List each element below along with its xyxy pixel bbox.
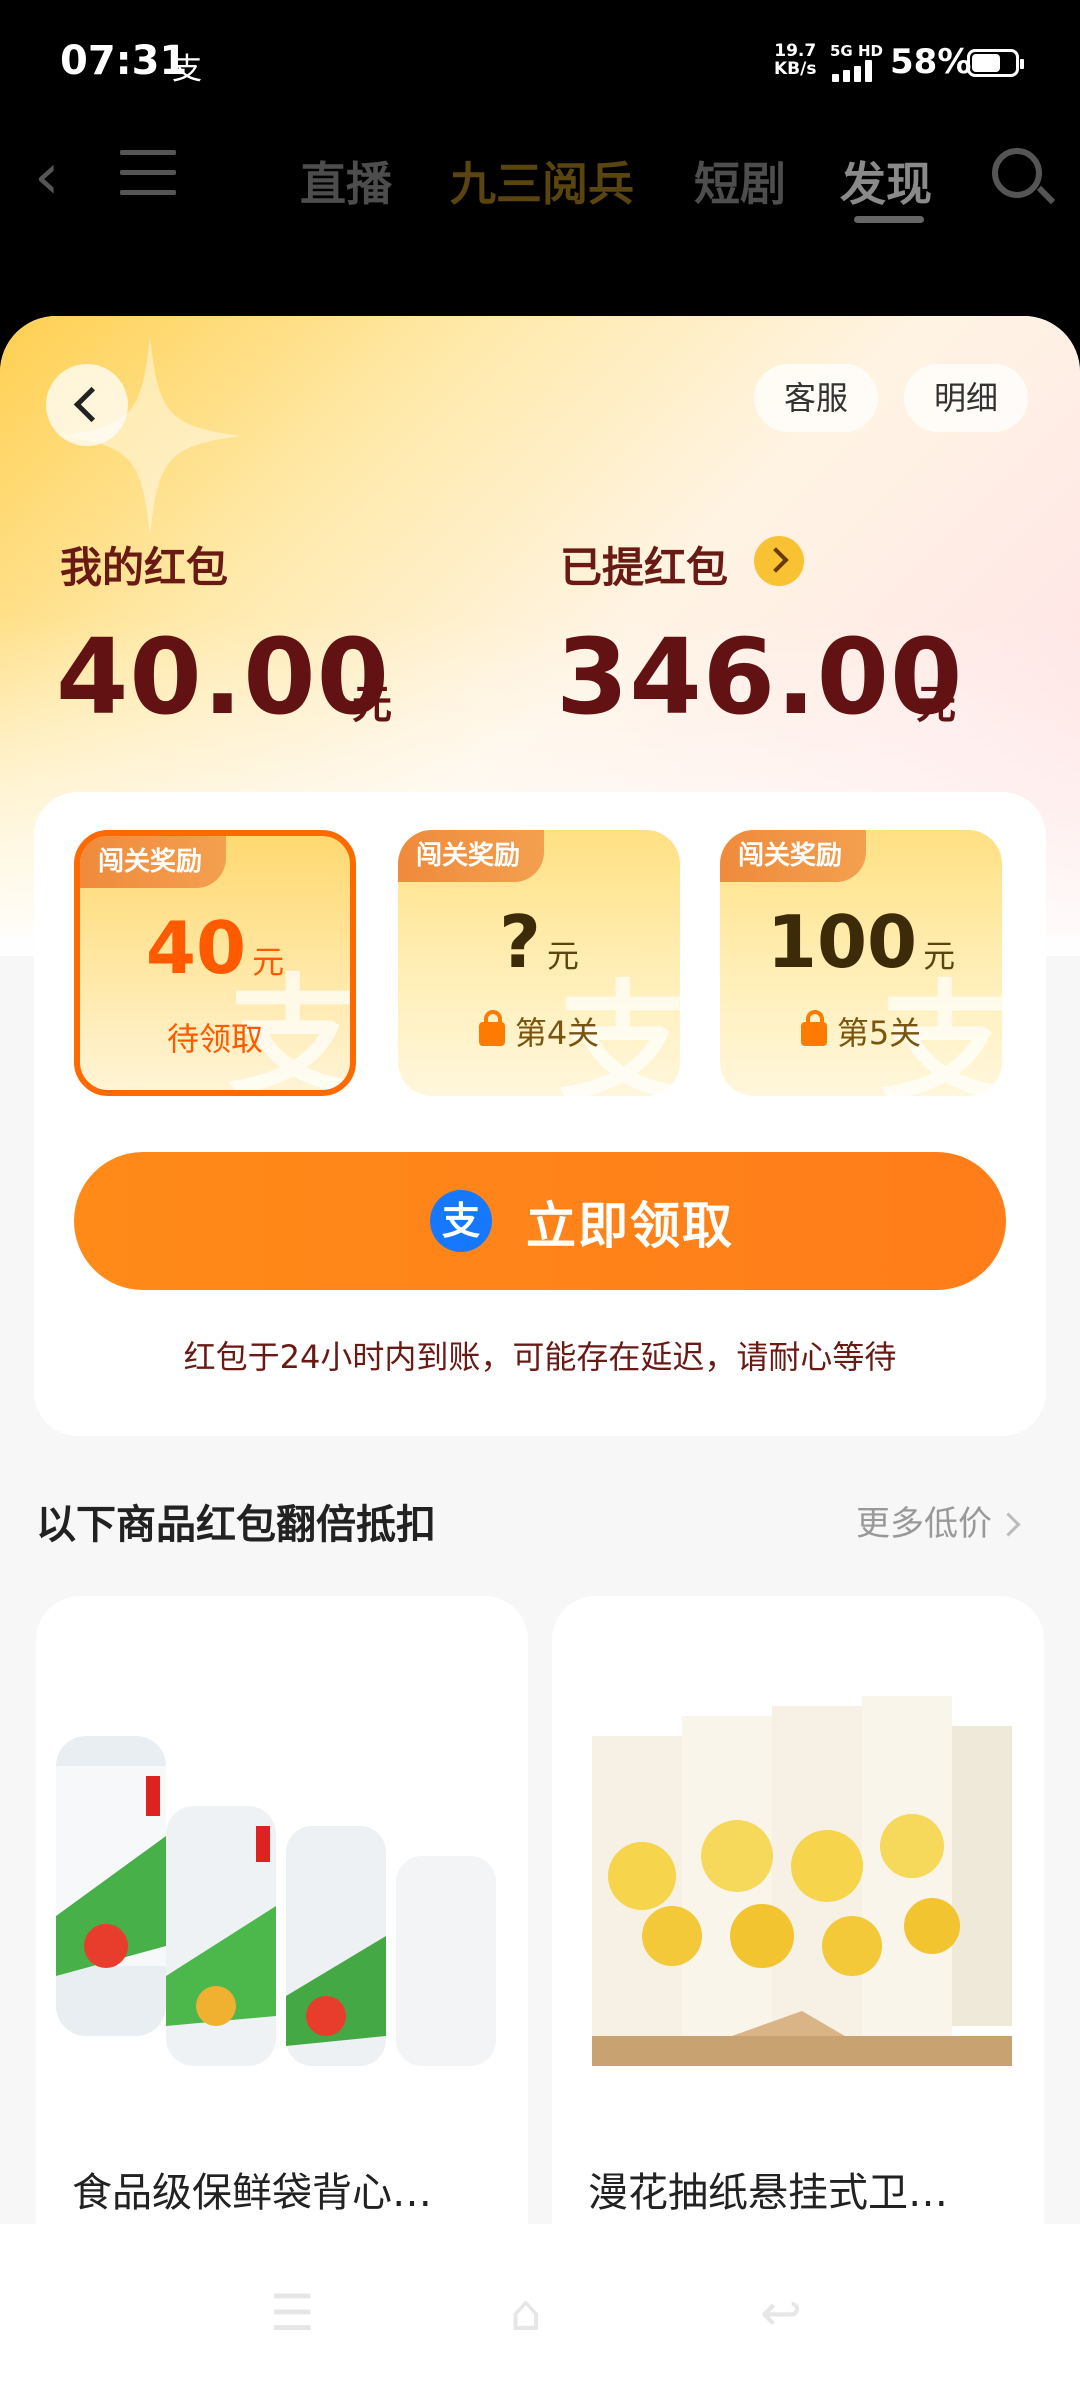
back-button[interactable] [46,364,128,446]
reward-level: 第4关 [514,1014,600,1052]
background-nav: ‹ 直播 九三阅兵 短剧 发现 [0,120,1080,230]
more-low-price-link[interactable]: 更多低价 [856,1496,1017,1545]
section-title: 以下商品红包翻倍抵扣 [36,1502,436,1548]
lock-icon [478,1010,505,1046]
reward-unit: 元 [546,937,579,975]
reward-amount: ? [499,900,541,984]
reward-card: 闯关奖励 支 40 元 待领取 闯关奖励 支 ? 元 第4关 闯关奖励 支 100 元… [34,792,1046,1436]
status-bar: 07:31 支 19.7 KB/s 5G HD 58% [0,0,1080,120]
alipay-notification-icon: 支 [172,52,202,87]
my-red-packet-amount: 40.00 [56,616,390,738]
withdrawn-label[interactable]: 已提红包 [560,534,728,595]
bg-tab-discover: 发现 [840,157,932,211]
signal-icon [832,60,876,82]
reward-level: 第5关 [836,1014,922,1052]
reward-tag: 闯关奖励 [398,830,545,882]
red-packet-sheet: 客服 明细 我的红包 已提红包 40.00 元 346.00 元 闯关奖励 支 … [0,316,1080,2408]
withdrawn-arrow-icon[interactable] [754,536,804,586]
net-speed: 19.7 KB/s [774,42,816,78]
net-speed-unit: KB/s [774,59,817,79]
alipay-icon: 支 [430,1190,492,1252]
bg-search-icon [992,148,1042,198]
bg-tab-parade: 九三阅兵 [450,157,634,211]
net-speed-value: 19.7 [774,41,817,61]
reward-amount: 100 [766,900,918,984]
claim-now-label: 立即领取 [526,1197,734,1255]
product-name: 食品级保鲜袋背心… [72,2170,432,2216]
system-nav-bar: ☰ ⌂ ↩ [0,2224,1080,2408]
product-name: 漫花抽纸悬挂式卫… [588,2170,948,2216]
my-amount-unit: 元 [352,682,392,728]
lock-icon [800,1010,827,1046]
my-red-packet-label: 我的红包 [60,543,229,592]
back-nav-icon[interactable]: ↩ [760,2284,802,2342]
menu-nav-icon[interactable]: ☰ [270,2284,315,2342]
arrival-notice: 红包于24小时内到账，可能存在延迟，请耐心等待 [183,1338,897,1376]
reward-amount: 40 [145,906,247,990]
reward-tag: 闯关奖励 [80,836,227,888]
signal-label: 5G HD [830,42,883,60]
product-image-tissue [592,1696,1012,2066]
reward-tile-level-5[interactable]: 闯关奖励 支 100 元 第5关 [720,830,1002,1096]
bg-back-icon: ‹ [34,140,60,214]
battery-percent: 58% [890,42,972,82]
claim-now-button[interactable]: 支 立即领取 [74,1152,1006,1290]
product-image-cling-bags [56,1736,496,2066]
detail-button[interactable]: 明细 [904,364,1029,432]
reward-tile-level-4[interactable]: 闯关奖励 支 ? 元 第4关 [398,830,680,1096]
reward-tile-level-3[interactable]: 闯关奖励 支 40 元 待领取 [74,830,356,1096]
withdrawn-amount: 346.00 [556,616,964,738]
home-nav-icon[interactable]: ⌂ [510,2284,542,2342]
withdrawn-amount-unit: 元 [916,682,956,728]
battery-icon [967,49,1024,77]
bg-tab-short-drama: 短剧 [694,157,786,211]
bg-tab-live: 直播 [300,157,392,211]
reward-status: 待领取 [166,1020,263,1058]
status-time: 07:31 [60,38,188,84]
reward-unit: 元 [923,937,956,975]
customer-service-button[interactable]: 客服 [754,364,879,432]
bg-tab-underline [854,216,924,223]
reward-unit: 元 [252,943,285,981]
reward-tag: 闯关奖励 [720,830,867,882]
bg-menu-icon [120,150,176,196]
